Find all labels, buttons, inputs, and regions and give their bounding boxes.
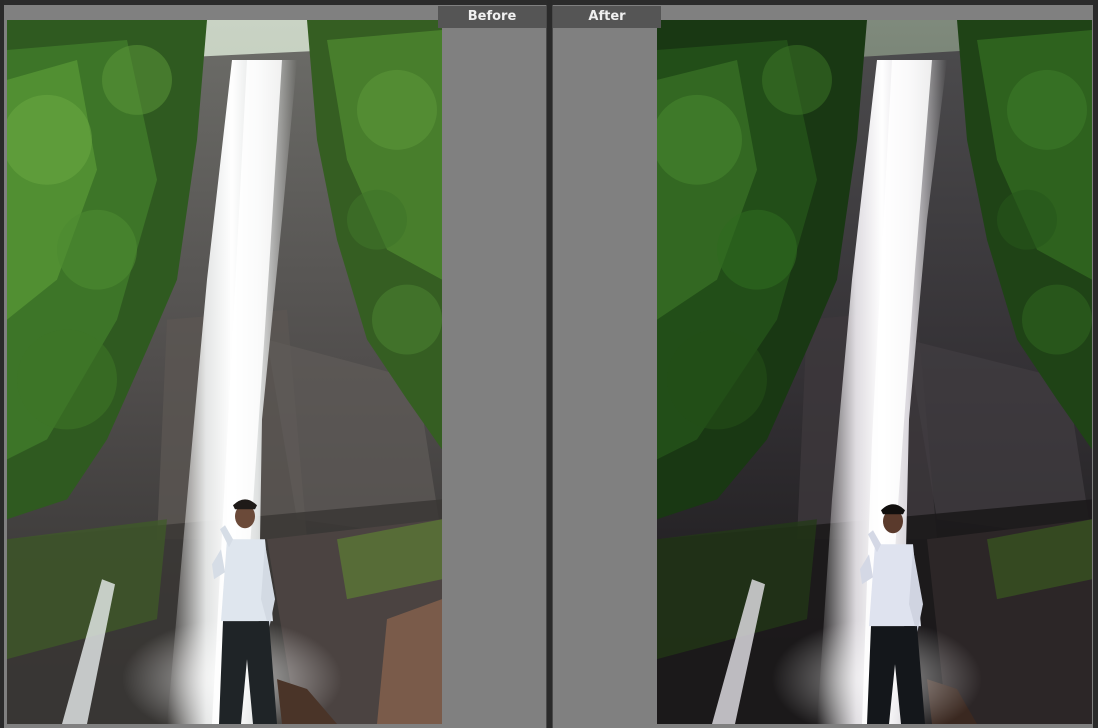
right-border <box>1093 0 1098 728</box>
pane-divider[interactable] <box>547 0 552 728</box>
after-pane[interactable]: After <box>553 5 1093 728</box>
before-after-compare-view: Before After <box>0 0 1098 728</box>
before-label: Before <box>438 6 546 28</box>
before-photo[interactable] <box>7 20 442 724</box>
after-photo[interactable] <box>657 20 1092 724</box>
after-photo-image <box>657 20 1092 724</box>
before-pane[interactable]: Before <box>4 5 546 728</box>
after-label: After <box>553 6 661 28</box>
before-photo-image <box>7 20 442 724</box>
